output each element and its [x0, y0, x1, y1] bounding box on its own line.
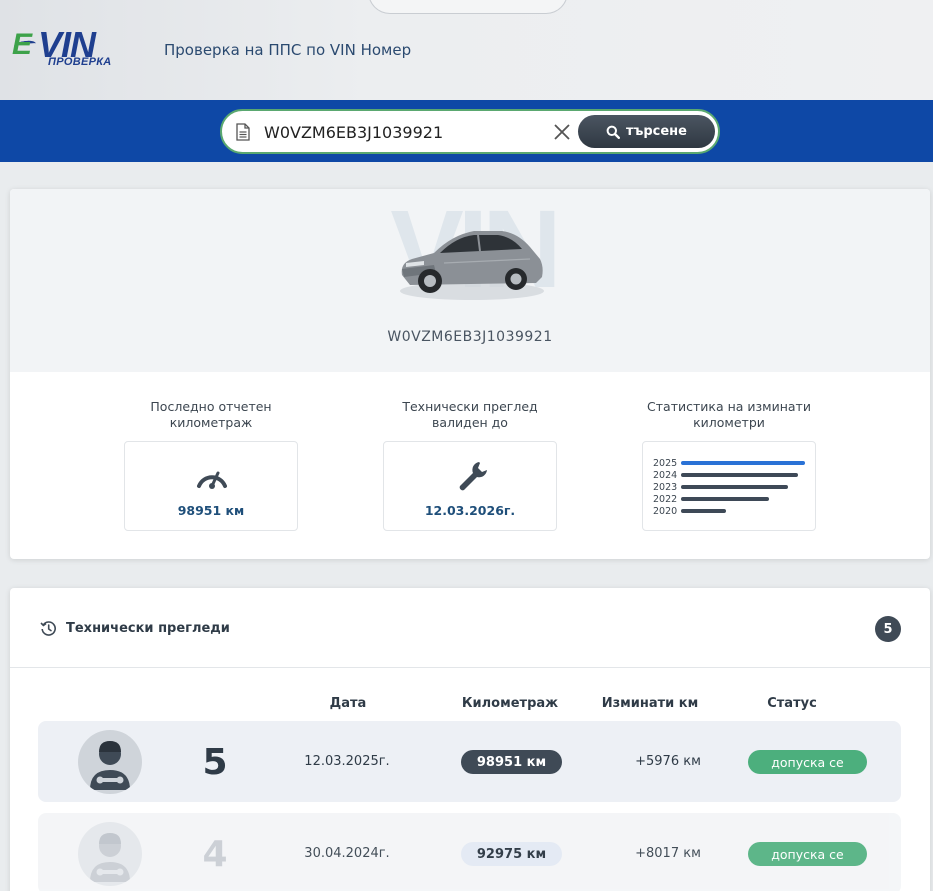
inspection-mileage: 92975 км — [461, 842, 562, 866]
vin-caption: W0VZM6EB3J1039921 — [387, 329, 553, 345]
speedometer-icon — [197, 471, 227, 489]
stat-yearly-label: Статистика на изминати километри — [647, 399, 811, 430]
evin-logo[interactable]: E VIN ПРОВЕРКА — [12, 24, 140, 72]
inspections-header[interactable]: Технически прегледи 5 — [10, 588, 930, 668]
stat-mileage: Последно отчетен километраж 98951 км — [124, 399, 298, 531]
vehicle-card: VIN W0VZM6EB3J1039921 Последно отчетен к… — [10, 189, 930, 559]
col-header-mileage: Километраж — [461, 696, 559, 711]
year-km-bar — [681, 497, 769, 501]
year-row-2022: 2022 — [653, 493, 805, 505]
stat-mileage-value: 98951 км — [177, 503, 245, 518]
year-km-bar — [681, 473, 798, 477]
inspections-count-badge: 5 — [875, 616, 901, 642]
document-icon — [236, 123, 250, 141]
col-header-date: Дата — [329, 696, 367, 711]
vin-search-input[interactable] — [264, 119, 544, 145]
search-button-label: търсене — [626, 124, 687, 139]
col-header-status: Статус — [767, 696, 817, 711]
inspections-card: Технически прегледи 5 Дата Километраж Из… — [10, 588, 930, 891]
search-box: търсене — [220, 109, 720, 154]
site-header: E VIN ПРОВЕРКА Проверка на ППС по VIN Но… — [0, 0, 933, 100]
logo-e: E — [12, 28, 32, 61]
wrench-icon — [459, 462, 487, 491]
stat-yearly: Статистика на изминати километри 2025 202… — [642, 399, 816, 531]
search-button[interactable]: търсене — [578, 115, 715, 148]
inspections-title: Технически прегледи — [66, 621, 230, 636]
close-icon[interactable] — [552, 122, 572, 142]
year-row-2023: 2023 — [653, 481, 805, 493]
inspection-date: 30.04.2024г. — [304, 846, 390, 861]
logo-subtitle: ПРОВЕРКА — [48, 56, 112, 68]
mechanic-avatar-icon — [78, 822, 142, 886]
stat-mileage-box: 98951 км — [124, 441, 298, 531]
year-label: 2024 — [653, 469, 678, 481]
year-row-2024: 2024 — [653, 469, 805, 481]
stat-mileage-label: Последно отчетен километраж — [150, 399, 272, 430]
inspection-date: 12.03.2025г. — [304, 754, 390, 769]
stat-inspection-label: Технически преглед валиден до — [402, 399, 538, 430]
year-label: 2025 — [653, 457, 678, 469]
inspection-mileage: 98951 км — [461, 750, 562, 774]
header-notch — [368, 0, 568, 14]
stat-inspection: Технически преглед валиден до 12.03.2026… — [383, 399, 557, 531]
inspection-number: 4 — [202, 834, 228, 875]
year-km-bar — [681, 509, 726, 513]
col-header-delta: Изминати км — [601, 696, 699, 711]
inspection-status-badge: допуска се — [748, 842, 867, 866]
vehicle-summary: VIN W0VZM6EB3J1039921 — [10, 189, 930, 372]
mechanic-avatar-icon — [78, 730, 142, 794]
stat-inspection-value: 12.03.2026г. — [424, 503, 516, 518]
search-icon — [606, 125, 621, 139]
year-km-bar — [681, 461, 805, 465]
site-tagline: Проверка на ППС по VIN Номер — [164, 41, 412, 59]
search-band: търсене — [0, 100, 933, 162]
year-row-2025: 2025 — [653, 457, 805, 469]
year-row-2020: 2020 — [653, 505, 805, 517]
yearly-km-chart: 2025 2024 2023 2022 2020 — [653, 457, 805, 517]
inspection-delta-km: +8017 км — [635, 846, 701, 861]
inspection-row[interactable]: 4 30.04.2024г. 92975 км +8017 км допуска… — [38, 813, 901, 891]
stat-inspection-box: 12.03.2026г. — [383, 441, 557, 531]
inspection-delta-km: +5976 км — [635, 754, 701, 769]
year-label: 2020 — [653, 505, 678, 517]
inspection-number: 5 — [202, 742, 228, 783]
year-label: 2022 — [653, 493, 678, 505]
year-label: 2023 — [653, 481, 678, 493]
history-icon — [40, 621, 56, 636]
car-image — [400, 231, 544, 300]
inspection-row[interactable]: 5 12.03.2025г. 98951 км +5976 км допуска… — [38, 721, 901, 802]
inspection-status-badge: допуска се — [748, 750, 867, 774]
stat-yearly-box: 2025 2024 2023 2022 2020 — [642, 441, 816, 531]
year-km-bar — [681, 485, 788, 489]
